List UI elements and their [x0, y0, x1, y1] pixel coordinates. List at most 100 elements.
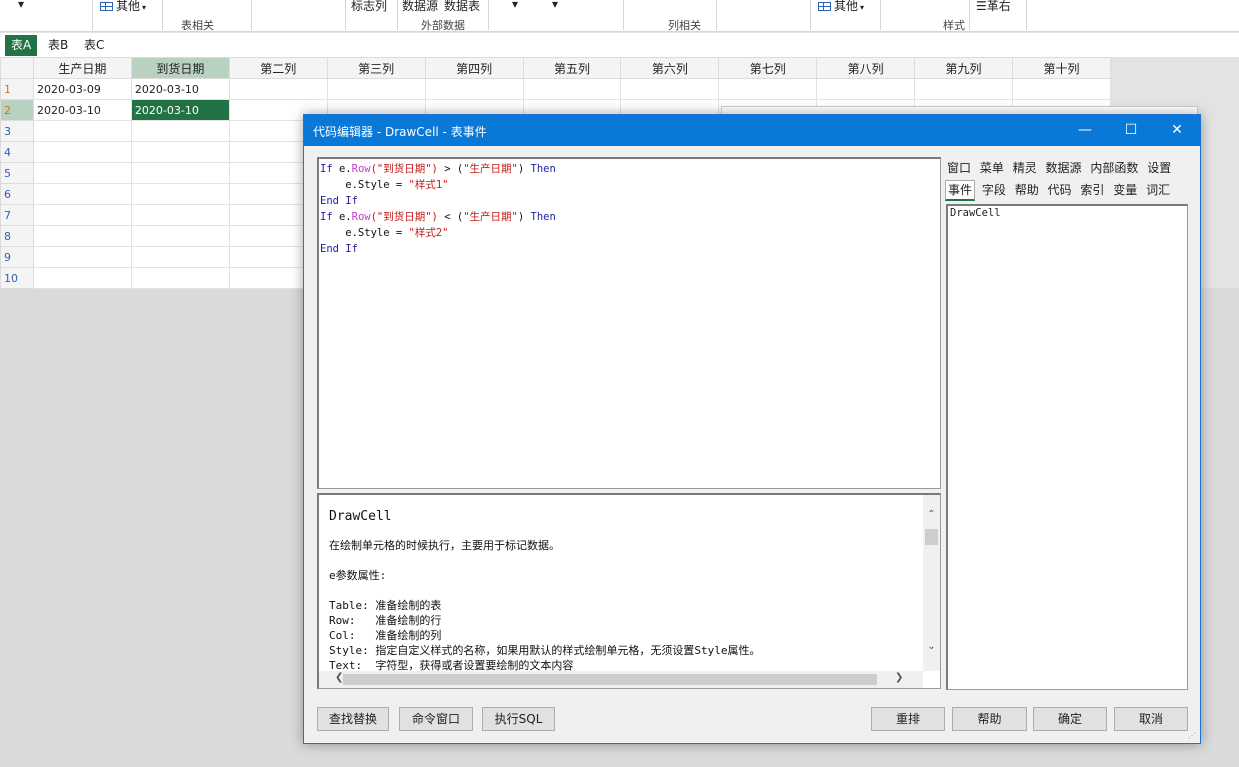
grid-cell[interactable]: [424, 78, 524, 100]
column-header[interactable]: 第八列: [816, 57, 916, 79]
row-header[interactable]: 3: [0, 120, 34, 142]
grid-cell[interactable]: [130, 246, 230, 268]
maximize-icon[interactable]: ☐: [1108, 115, 1154, 146]
ribbon-align-right-button[interactable]: ☰革右: [976, 0, 1011, 14]
cancel-button[interactable]: 取消: [1114, 707, 1188, 731]
scrollbar-thumb[interactable]: [925, 529, 938, 545]
column-header[interactable]: 第三列: [326, 57, 426, 79]
corner-cell[interactable]: [0, 57, 34, 79]
ribbon-datasource-button[interactable]: 数据源: [402, 0, 438, 14]
dialog-titlebar[interactable]: 代码编辑器 - DrawCell - 表事件 — ☐ ✕: [304, 115, 1200, 146]
tab-wizard[interactable]: 精灵: [1011, 157, 1039, 179]
help-horizontal-scrollbar[interactable]: ❮ ❯: [319, 671, 923, 688]
grid-cell[interactable]: 2020-03-10: [32, 99, 132, 121]
grid-cell[interactable]: [130, 267, 230, 289]
dropdown-arrow-icon[interactable]: ▾: [512, 0, 518, 11]
sheet-tab-b[interactable]: 表B: [42, 35, 74, 56]
column-header[interactable]: 到货日期: [130, 57, 230, 79]
command-window-button[interactable]: 命令窗口: [399, 707, 473, 731]
grid-cell[interactable]: [620, 78, 720, 100]
row-header[interactable]: 7: [0, 204, 34, 226]
tab-code[interactable]: 代码: [1046, 179, 1074, 201]
row-header[interactable]: 6: [0, 183, 34, 205]
minimize-icon[interactable]: —: [1062, 115, 1108, 146]
chevron-down-icon[interactable]: ⌄: [923, 641, 940, 652]
tab-datasource[interactable]: 数据源: [1044, 157, 1084, 179]
grid-cell[interactable]: [816, 78, 916, 100]
grid-cell[interactable]: [130, 162, 230, 184]
chevron-right-icon[interactable]: ❯: [895, 672, 903, 683]
ok-button[interactable]: 确定: [1033, 707, 1107, 731]
row-header[interactable]: 5: [0, 162, 34, 184]
grid-cell[interactable]: [32, 225, 132, 247]
row-header[interactable]: 8: [0, 225, 34, 247]
column-header[interactable]: 第五列: [522, 57, 622, 79]
grid-cell[interactable]: [718, 78, 818, 100]
ribbon-flag-column-button[interactable]: 标志列: [351, 0, 387, 14]
close-icon[interactable]: ✕: [1154, 115, 1200, 146]
grid-cell[interactable]: [326, 78, 426, 100]
grid-cell[interactable]: [32, 183, 132, 205]
help-vertical-scrollbar[interactable]: ⌃ ⌄: [923, 495, 940, 671]
grid-cell[interactable]: [32, 162, 132, 184]
grid-cell[interactable]: [130, 120, 230, 142]
column-header[interactable]: 第六列: [620, 57, 720, 79]
row-header[interactable]: 4: [0, 141, 34, 163]
dropdown-arrow-icon[interactable]: ▾: [552, 0, 558, 11]
tab-index[interactable]: 索引: [1078, 179, 1106, 201]
column-header[interactable]: 第九列: [914, 57, 1013, 79]
tab-menu[interactable]: 菜单: [978, 157, 1006, 179]
column-header[interactable]: 第四列: [424, 57, 524, 79]
tab-internal-functions[interactable]: 内部函数: [1088, 157, 1140, 179]
grid-cell[interactable]: [130, 204, 230, 226]
ribbon-datatable-button[interactable]: 数据表: [444, 0, 480, 14]
row-header[interactable]: 10: [0, 267, 34, 289]
grid-cell[interactable]: [914, 78, 1013, 100]
ribbon-other-button[interactable]: 其他 ▾: [100, 0, 146, 14]
grid-cell[interactable]: [32, 204, 132, 226]
help-button[interactable]: 帮助: [952, 707, 1027, 731]
column-header[interactable]: 第七列: [718, 57, 818, 79]
code-editor[interactable]: If e.Row("到货日期") > ("生产日期") Then e.Style…: [317, 157, 941, 489]
dropdown-arrow-icon[interactable]: ▾: [18, 0, 24, 11]
sheet-tab-c[interactable]: 表C: [78, 35, 110, 56]
grid-cell[interactable]: [32, 246, 132, 268]
grid-cell[interactable]: 2020-03-09: [32, 78, 132, 100]
grid-cell[interactable]: [130, 225, 230, 247]
execute-sql-button[interactable]: 执行SQL: [482, 707, 555, 731]
sheet-tab-a[interactable]: 表A: [5, 35, 38, 56]
ribbon-separator: [623, 0, 624, 30]
chevron-up-icon[interactable]: ⌃: [923, 509, 940, 520]
grid-cell[interactable]: [32, 267, 132, 289]
scrollbar-thumb[interactable]: [343, 674, 877, 685]
row-header[interactable]: 2: [0, 99, 34, 121]
help-panel[interactable]: DrawCell 在绘制单元格的时候执行，主要用于标记数据。 e参数属性: Ta…: [317, 493, 941, 689]
tab-settings[interactable]: 设置: [1145, 157, 1173, 179]
selected-cell[interactable]: 2020-03-10: [130, 99, 230, 121]
row-header[interactable]: 1: [0, 78, 34, 100]
tab-variables[interactable]: 变量: [1111, 179, 1139, 201]
grid-cell[interactable]: [130, 141, 230, 163]
column-header[interactable]: 第十列: [1011, 57, 1112, 79]
find-replace-button[interactable]: 查找替换: [317, 707, 389, 731]
list-item[interactable]: DrawCell: [950, 207, 1185, 219]
grid-cell[interactable]: [228, 78, 328, 100]
grid-cell[interactable]: 2020-03-10: [130, 78, 230, 100]
column-header[interactable]: 生产日期: [32, 57, 132, 79]
ribbon-other-button-2[interactable]: 其他 ▾: [818, 0, 864, 14]
event-list[interactable]: DrawCell: [946, 204, 1188, 690]
tab-help[interactable]: 帮助: [1013, 179, 1041, 201]
rearrange-button[interactable]: 重排: [871, 707, 945, 731]
row-header[interactable]: 9: [0, 246, 34, 268]
grid-cell[interactable]: [32, 120, 132, 142]
tab-window[interactable]: 窗口: [945, 157, 973, 179]
grid-cell[interactable]: [522, 78, 622, 100]
resize-grip-icon[interactable]: ⋰: [1188, 731, 1198, 741]
grid-cell[interactable]: [130, 183, 230, 205]
grid-cell[interactable]: [1011, 78, 1112, 100]
tab-events[interactable]: 事件: [945, 180, 976, 201]
grid-cell[interactable]: [32, 141, 132, 163]
column-header[interactable]: 第二列: [228, 57, 328, 79]
tab-vocabulary[interactable]: 词汇: [1144, 179, 1172, 201]
tab-fields[interactable]: 字段: [980, 179, 1008, 201]
